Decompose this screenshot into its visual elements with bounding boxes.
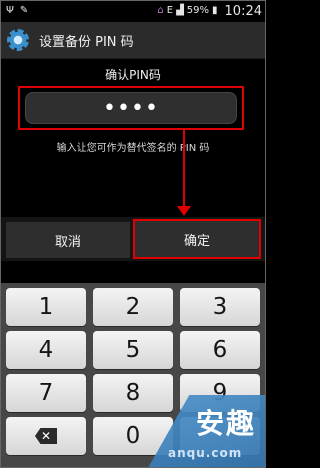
battery-percent: 59% bbox=[186, 5, 210, 16]
confirm-button[interactable]: 确定 bbox=[133, 219, 261, 259]
battery-icon: ▮ bbox=[212, 5, 218, 16]
watermark-url: anqu.com bbox=[168, 446, 243, 460]
key-3[interactable]: 3 bbox=[180, 288, 260, 326]
annotation-arrow-head bbox=[177, 206, 191, 216]
clock: 10:24 bbox=[224, 3, 262, 19]
usb-icon: Ψ bbox=[6, 5, 14, 16]
signal-icon: ▟ bbox=[176, 5, 184, 16]
key-delete[interactable]: ✕ bbox=[6, 417, 86, 455]
pin-input[interactable]: •••• bbox=[25, 92, 237, 124]
home-icon: ⌂ bbox=[157, 5, 164, 16]
page-title: 设置备份 PIN 码 bbox=[39, 34, 134, 50]
pin-hint: 输入让您可作为替代签名的 PIN 码 bbox=[56, 143, 210, 154]
cancel-button[interactable]: 取消 bbox=[6, 222, 130, 258]
title-bar: 设置备份 PIN 码 bbox=[0, 22, 266, 59]
key-2[interactable]: 2 bbox=[93, 288, 173, 326]
key-6[interactable]: 6 bbox=[180, 331, 260, 369]
network-type: E bbox=[166, 5, 174, 16]
status-bar: Ψ ✎ ⌂ E ▟ 59% ▮ 10:24 bbox=[0, 0, 266, 22]
button-bar: 取消 确定 bbox=[0, 217, 266, 261]
watermark-logo: 安趣 bbox=[196, 407, 257, 440]
key-7[interactable]: 7 bbox=[6, 374, 86, 412]
settings-gear-icon bbox=[7, 29, 29, 51]
key-5[interactable]: 5 bbox=[93, 331, 173, 369]
key-1[interactable]: 1 bbox=[6, 288, 86, 326]
key-4[interactable]: 4 bbox=[6, 331, 86, 369]
pen-icon: ✎ bbox=[19, 5, 29, 16]
annotation-arrow-line bbox=[183, 129, 185, 211]
pin-prompt: 确认PIN码 bbox=[105, 68, 161, 82]
backspace-icon: ✕ bbox=[34, 428, 58, 444]
key-8[interactable]: 8 bbox=[93, 374, 173, 412]
